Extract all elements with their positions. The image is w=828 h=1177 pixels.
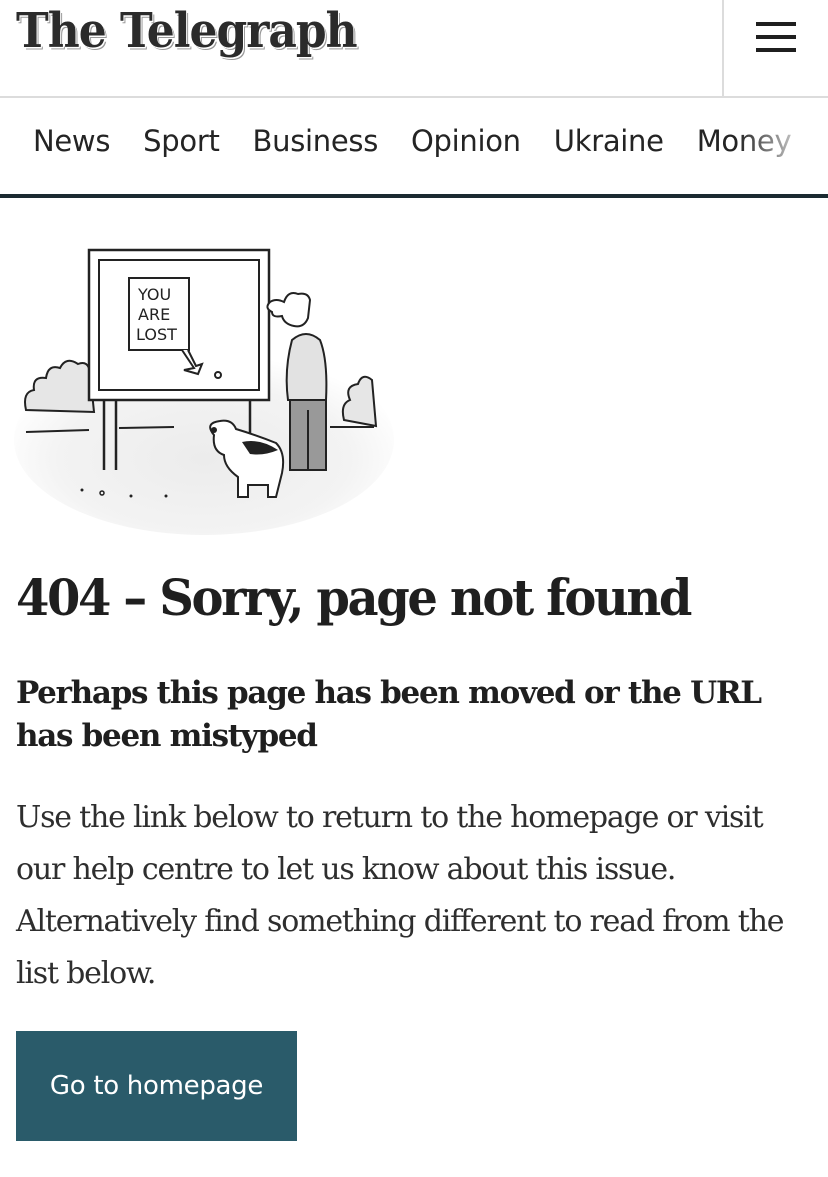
dog-nose (211, 427, 217, 433)
you-are-lost-cartoon: YOU ARE LOST (14, 248, 394, 535)
ground-dot (80, 488, 84, 492)
site-header: The Telegraph (0, 0, 828, 98)
nav-item-opinion[interactable]: Opinion (411, 124, 521, 158)
horizon-mid (118, 426, 175, 429)
telegraph-logo[interactable]: The Telegraph (16, 4, 358, 59)
go-to-homepage-button[interactable]: Go to homepage (16, 1031, 297, 1141)
man-head (266, 292, 312, 328)
page-body-text: Use the link below to return to the home… (16, 800, 784, 991)
man-shirt (285, 333, 328, 401)
menu-button[interactable] (724, 0, 828, 96)
section-nav: News Sport Business Opinion Ukraine Mone… (0, 98, 828, 198)
page-subtitle: Perhaps this page has been moved or the … (16, 675, 762, 754)
nav-item-sport[interactable]: Sport (143, 124, 220, 158)
nav-list: News Sport Business Opinion Ukraine Mone… (33, 124, 824, 158)
nav-item-news[interactable]: News (33, 124, 110, 158)
ground-dot (129, 494, 133, 498)
sign-text-are: ARE (138, 305, 170, 324)
page-title: 404 – Sorry, page not found (16, 568, 692, 627)
nav-item-ukraine[interactable]: Ukraine (554, 124, 664, 158)
nav-item-money[interactable]: Money (697, 124, 792, 158)
sign-text-lost: LOST (136, 325, 177, 344)
left-bush (24, 359, 96, 414)
hamburger-menu-icon (756, 22, 796, 26)
nav-item-business[interactable]: Business (253, 124, 379, 158)
hamburger-menu-icon-bar (756, 35, 796, 39)
hamburger-menu-icon-bar (756, 48, 796, 52)
sign-text-you: YOU (137, 285, 171, 304)
ground-dot (164, 494, 168, 498)
